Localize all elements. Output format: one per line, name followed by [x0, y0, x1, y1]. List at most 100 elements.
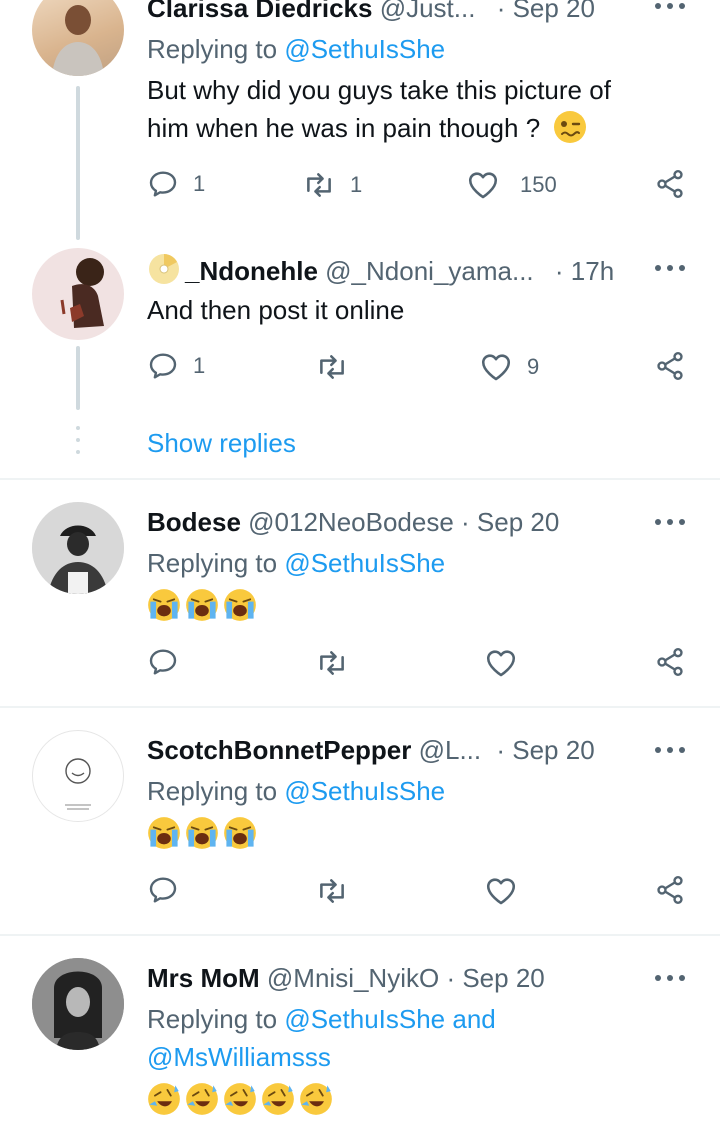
loudly-crying-emoji — [223, 588, 257, 622]
rolling-laughing-emoji — [147, 1082, 181, 1116]
replying-to-label: Replying to — [147, 34, 285, 64]
avatar[interactable] — [32, 248, 124, 340]
display-name[interactable]: _Ndonehle — [185, 256, 318, 286]
tweet-header: _Ndonehle @_Ndoni_yama... · 17h — [147, 252, 614, 287]
rolling-laughing-emoji — [185, 1082, 219, 1116]
tweet-text: And then post it online — [147, 295, 405, 325]
user-handle[interactable]: @Mnisi_NyikO — [267, 963, 439, 993]
avatar-image — [32, 502, 124, 594]
show-replies-link[interactable]: Show replies — [147, 428, 296, 459]
tweet-emojis — [147, 588, 257, 624]
woozy-face-emoji — [554, 111, 587, 143]
avatar-image — [65, 758, 91, 810]
rolling-laughing-emoji — [299, 1082, 333, 1116]
divider — [0, 706, 720, 708]
share-button[interactable] — [654, 350, 686, 382]
heart-icon — [466, 168, 500, 202]
share-button[interactable] — [654, 874, 686, 906]
tweet-actions: 1 9 — [0, 350, 720, 390]
tweet-text: But why did you guys take this picture o… — [147, 71, 611, 147]
share-icon — [654, 646, 686, 678]
timestamp[interactable]: · 17h — [555, 256, 614, 286]
user-handle[interactable]: @L... — [419, 735, 482, 765]
tweet-emojis — [147, 816, 257, 852]
rolling-laughing-emoji — [261, 1082, 295, 1116]
timestamp[interactable]: · Sep 20 — [497, 0, 595, 23]
thread-dots — [76, 426, 80, 462]
more-icon[interactable] — [655, 972, 687, 984]
heart-icon — [479, 350, 513, 384]
retweet-icon — [315, 350, 349, 384]
avatar-image — [52, 5, 104, 76]
like-button[interactable]: 9 — [479, 350, 539, 384]
loudly-crying-emoji — [223, 816, 257, 850]
disc-icon — [149, 254, 179, 284]
tweet-header: Clarissa Diedricks @Just... · Sep 20 — [147, 0, 595, 24]
display-name[interactable]: Clarissa Diedricks — [147, 0, 372, 23]
display-name[interactable]: ScotchBonnetPepper — [147, 735, 411, 765]
thread-line — [76, 86, 80, 240]
like-button[interactable] — [484, 874, 518, 908]
like-button[interactable] — [484, 646, 518, 680]
mention-link[interactable]: @SethuIsShe — [284, 1004, 445, 1034]
heart-icon — [484, 874, 518, 908]
like-count: 150 — [520, 172, 557, 197]
avatar[interactable] — [32, 0, 124, 76]
avatar-image — [32, 958, 124, 1050]
retweet-button[interactable] — [315, 350, 349, 384]
timestamp[interactable]: · Sep 20 — [446, 963, 544, 993]
loudly-crying-emoji — [185, 588, 219, 622]
avatar[interactable] — [32, 958, 124, 1050]
avatar-image — [60, 258, 104, 328]
timestamp[interactable]: · Sep 20 — [496, 735, 594, 765]
tweet-header: Mrs MoM @Mnisi_NyikO · Sep 20 — [147, 962, 545, 994]
replying-to: Replying to @SethuIsShe and @MsWilliamss… — [147, 1000, 496, 1076]
timestamp[interactable]: · Sep 20 — [461, 507, 559, 537]
reply-icon — [147, 646, 179, 678]
share-icon — [654, 168, 686, 200]
display-name[interactable]: Bodese — [147, 507, 241, 537]
tweet-actions — [0, 874, 720, 914]
mention-link[interactable]: @SethuIsShe — [284, 34, 445, 64]
share-icon — [654, 874, 686, 906]
reply-icon — [147, 168, 179, 200]
retweet-button[interactable] — [315, 646, 349, 680]
tweet-header: Bodese @012NeoBodese · Sep 20 — [147, 506, 559, 538]
more-icon[interactable] — [655, 516, 687, 528]
rolling-laughing-emoji — [223, 1082, 257, 1116]
reply-button[interactable] — [147, 646, 179, 678]
replying-to-label: Replying to — [147, 1004, 285, 1034]
user-handle[interactable]: @012NeoBodese — [248, 507, 454, 537]
user-handle[interactable]: @Just... — [380, 0, 476, 23]
more-icon[interactable] — [655, 744, 687, 756]
reply-count: 1 — [193, 353, 206, 378]
avatar[interactable] — [32, 502, 124, 594]
reply-button[interactable]: 1 — [147, 168, 205, 200]
mention-link-2[interactable]: @MsWilliamsss — [147, 1038, 496, 1076]
share-button[interactable] — [654, 168, 686, 200]
tweet-text-line: But why did you guys take this picture o… — [147, 75, 611, 105]
retweet-icon — [315, 874, 349, 908]
retweet-button[interactable] — [315, 874, 349, 908]
more-icon[interactable] — [655, 0, 687, 12]
divider — [0, 478, 720, 480]
retweet-button[interactable]: 1 — [302, 168, 362, 202]
like-button[interactable]: 150 — [466, 168, 557, 202]
loudly-crying-emoji — [147, 588, 181, 622]
divider — [0, 934, 720, 936]
replying-to: Replying to @SethuIsShe — [147, 772, 445, 810]
reply-button[interactable]: 1 — [147, 350, 205, 382]
mention-link[interactable]: @SethuIsShe — [284, 776, 445, 806]
mention-link[interactable]: @SethuIsShe — [284, 548, 445, 578]
user-handle[interactable]: @_Ndoni_yama... — [325, 256, 534, 286]
loudly-crying-emoji — [147, 816, 181, 850]
more-icon[interactable] — [655, 262, 687, 274]
share-button[interactable] — [654, 646, 686, 678]
tweet-header: ScotchBonnetPepper @L... · Sep 20 — [147, 734, 595, 766]
reply-count: 1 — [193, 171, 206, 196]
display-name[interactable]: Mrs MoM — [147, 963, 260, 993]
reply-button[interactable] — [147, 874, 179, 906]
avatar[interactable] — [32, 730, 124, 822]
retweet-icon — [302, 168, 336, 202]
replying-to: Replying to @SethuIsShe — [147, 30, 445, 68]
